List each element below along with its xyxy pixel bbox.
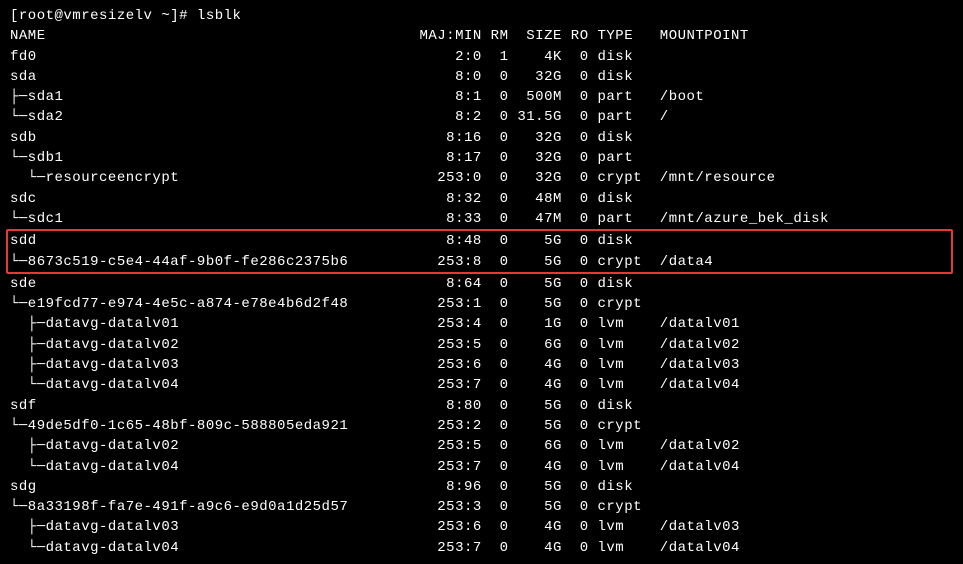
lsblk-row: sda 8:0 0 32G 0 disk	[10, 67, 953, 87]
lsblk-row: sdf 8:80 0 5G 0 disk	[10, 396, 953, 416]
lsblk-row: └─resourceencrypt 253:0 0 32G 0 crypt /m…	[10, 168, 953, 188]
lsblk-row: └─e19fcd77-e974-4e5c-a874-e78e4b6d2f48 2…	[10, 294, 953, 314]
lsblk-row: └─sdc1 8:33 0 47M 0 part /mnt/azure_bek_…	[10, 209, 953, 229]
lsblk-row: └─49de5df0-1c65-48bf-809c-588805eda921 2…	[10, 416, 953, 436]
lsblk-row: ├─datavg-datalv02 253:5 0 6G 0 lvm /data…	[10, 335, 953, 355]
lsblk-row: fd0 2:0 1 4K 0 disk	[10, 47, 953, 67]
lsblk-row: ├─datavg-datalv03 253:6 0 4G 0 lvm /data…	[10, 517, 953, 537]
terminal-output: [root@vmresizelv ~]# lsblkNAME MAJ:MIN R…	[10, 6, 953, 558]
lsblk-row: └─8a33198f-fa7e-491f-a9c6-e9d0a1d25d57 2…	[10, 497, 953, 517]
lsblk-row: └─8673c519-c5e4-44af-9b0f-fe286c2375b6 2…	[10, 252, 951, 272]
lsblk-row: sdc 8:32 0 48M 0 disk	[10, 189, 953, 209]
lsblk-row: ├─datavg-datalv02 253:5 0 6G 0 lvm /data…	[10, 436, 953, 456]
lsblk-row: ├─datavg-datalv01 253:4 0 1G 0 lvm /data…	[10, 314, 953, 334]
shell-prompt-line: [root@vmresizelv ~]# lsblk	[10, 6, 953, 26]
lsblk-row: └─datavg-datalv04 253:7 0 4G 0 lvm /data…	[10, 457, 953, 477]
lsblk-row: sdb 8:16 0 32G 0 disk	[10, 128, 953, 148]
lsblk-header: NAME MAJ:MIN RM SIZE RO TYPE MOUNTPOINT	[10, 26, 953, 46]
lsblk-row: ├─datavg-datalv03 253:6 0 4G 0 lvm /data…	[10, 355, 953, 375]
lsblk-row: sde 8:64 0 5G 0 disk	[10, 274, 953, 294]
lsblk-row: └─datavg-datalv04 253:7 0 4G 0 lvm /data…	[10, 375, 953, 395]
highlighted-block: sdd 8:48 0 5G 0 disk └─8673c519-c5e4-44a…	[6, 229, 953, 274]
lsblk-row: └─sda2 8:2 0 31.5G 0 part /	[10, 107, 953, 127]
lsblk-row: └─sdb1 8:17 0 32G 0 part	[10, 148, 953, 168]
lsblk-row: sdg 8:96 0 5G 0 disk	[10, 477, 953, 497]
lsblk-row: ├─sda1 8:1 0 500M 0 part /boot	[10, 87, 953, 107]
lsblk-row: └─datavg-datalv04 253:7 0 4G 0 lvm /data…	[10, 538, 953, 558]
lsblk-row: sdd 8:48 0 5G 0 disk	[10, 231, 951, 251]
